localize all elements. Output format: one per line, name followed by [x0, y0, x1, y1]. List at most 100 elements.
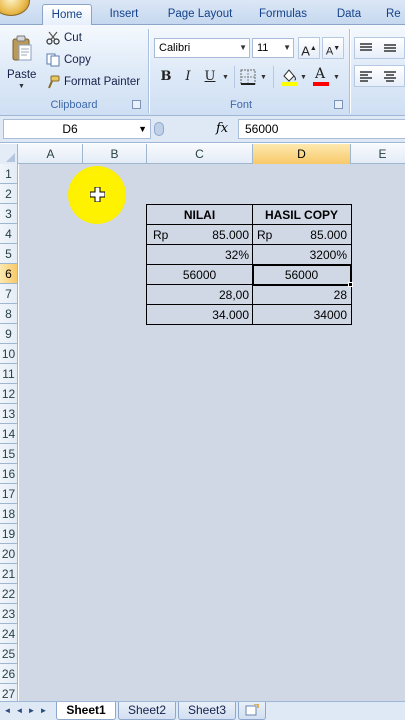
last-sheet-icon[interactable]: ►: [38, 705, 49, 717]
active-cell-border: [252, 264, 352, 286]
worksheet-grid[interactable]: NILAI HASIL COPY Rp 85.000 Rp 85.000 32%…: [19, 164, 405, 704]
align-center-icon[interactable]: [383, 70, 397, 82]
column-header-c[interactable]: C: [147, 144, 253, 164]
row-header-11[interactable]: 11: [0, 364, 17, 384]
column-headers: A B C D E: [0, 144, 405, 164]
grow-font-button[interactable]: A▲: [298, 37, 320, 59]
grow-font-icon: A: [301, 43, 310, 59]
paste-button[interactable]: Paste ▼: [2, 27, 40, 93]
name-box-value: D6: [62, 122, 78, 136]
clipboard-dialog-launcher[interactable]: [132, 100, 141, 109]
gridline: [19, 643, 405, 644]
row-header-16[interactable]: 16: [0, 464, 17, 484]
row-header-8[interactable]: 8: [0, 304, 17, 324]
cell-d5[interactable]: 3200%: [253, 245, 350, 265]
row-header-1[interactable]: 1: [0, 164, 17, 184]
copy-label: Copy: [64, 54, 91, 66]
row-header-19[interactable]: 19: [0, 524, 17, 544]
row-header-5[interactable]: 5: [0, 244, 17, 264]
fill-handle[interactable]: [348, 282, 353, 287]
tab-page-layout[interactable]: Page Layout: [160, 4, 240, 25]
first-sheet-icon[interactable]: ◄: [2, 705, 13, 717]
office-button[interactable]: [0, 0, 30, 16]
borders-icon[interactable]: [240, 69, 256, 85]
row-header-20[interactable]: 20: [0, 544, 17, 564]
sheet-tab-sheet1[interactable]: Sheet1: [56, 702, 116, 720]
row-header-23[interactable]: 23: [0, 604, 17, 624]
cell-d4[interactable]: Rp 85.000: [253, 225, 350, 245]
row-header-21[interactable]: 21: [0, 564, 17, 584]
select-all-button[interactable]: [0, 144, 18, 164]
align-left-icon[interactable]: [359, 70, 373, 82]
row-header-25[interactable]: 25: [0, 644, 17, 664]
cell-d3[interactable]: HASIL COPY: [253, 205, 350, 225]
align-middle-icon[interactable]: [383, 42, 397, 54]
gridline: [19, 423, 405, 424]
chevron-down-icon: ▼: [333, 74, 340, 81]
sheet-tab-sheet3[interactable]: Sheet3: [178, 702, 236, 720]
insert-sheet-button[interactable]: [238, 702, 266, 720]
row-header-2[interactable]: 2: [0, 184, 17, 204]
column-header-a[interactable]: A: [19, 144, 83, 164]
font-group-label: Font: [229, 99, 252, 111]
column-header-b[interactable]: B: [83, 144, 147, 164]
cut-button[interactable]: Cut: [46, 31, 82, 45]
cell-c8[interactable]: 34.000: [147, 305, 252, 325]
cell-c3[interactable]: NILAI: [147, 205, 252, 225]
tab-review[interactable]: Re: [386, 4, 405, 25]
font-color-button[interactable]: A: [312, 66, 330, 87]
row-header-3[interactable]: 3: [0, 204, 17, 224]
name-box[interactable]: D6 ▼: [3, 119, 151, 139]
column-header-e[interactable]: E: [351, 144, 405, 164]
insert-function-button[interactable]: fx: [216, 119, 228, 139]
row-header-12[interactable]: 12: [0, 384, 17, 404]
row-header-9[interactable]: 9: [0, 324, 17, 344]
row-header-22[interactable]: 22: [0, 584, 17, 604]
italic-button[interactable]: I: [178, 67, 198, 87]
tab-formulas[interactable]: Formulas: [252, 4, 314, 25]
shrink-font-button[interactable]: A▼: [322, 37, 344, 59]
cell-c4[interactable]: Rp 85.000: [147, 225, 252, 245]
tab-home[interactable]: Home: [42, 4, 92, 26]
row-header-14[interactable]: 14: [0, 424, 17, 444]
chevron-down-icon: ▼: [300, 74, 307, 81]
ribbon-tab-bar: Home Insert Page Layout Formulas Data Re: [0, 0, 405, 26]
align-top-icon[interactable]: [359, 42, 373, 54]
cell-c5[interactable]: 32%: [147, 245, 252, 265]
cell-d8[interactable]: 34000: [253, 305, 350, 325]
gridline: [19, 583, 405, 584]
sheet-tab-sheet2[interactable]: Sheet2: [118, 702, 176, 720]
formula-bar-resize-handle[interactable]: [154, 122, 164, 136]
cell-d7[interactable]: 28: [253, 285, 350, 305]
row-header-24[interactable]: 24: [0, 624, 17, 644]
cell-c7[interactable]: 28,00: [147, 285, 252, 305]
row-header-13[interactable]: 13: [0, 404, 17, 424]
font-size-combo[interactable]: 11 ▼: [252, 38, 294, 58]
row-header-6[interactable]: 6: [0, 264, 17, 284]
format-painter-button[interactable]: Format Painter: [46, 75, 140, 89]
currency-symbol: Rp: [153, 228, 169, 242]
gridline: [19, 363, 405, 364]
cell-c6[interactable]: 56000: [147, 265, 252, 285]
gridline: [19, 443, 405, 444]
formula-input[interactable]: 56000: [238, 119, 405, 139]
font-dialog-launcher[interactable]: [334, 100, 343, 109]
fill-color-icon[interactable]: [280, 67, 298, 87]
copy-button[interactable]: Copy: [46, 53, 91, 67]
underline-button[interactable]: U: [200, 67, 220, 87]
bold-button[interactable]: B: [156, 67, 176, 87]
row-header-4[interactable]: 4: [0, 224, 17, 244]
prev-sheet-icon[interactable]: ◄: [14, 705, 25, 717]
column-header-d[interactable]: D: [253, 144, 351, 164]
next-sheet-icon[interactable]: ►: [26, 705, 37, 717]
row-header-10[interactable]: 10: [0, 344, 17, 364]
row-header-7[interactable]: 7: [0, 284, 17, 304]
row-header-17[interactable]: 17: [0, 484, 17, 504]
row-header-18[interactable]: 18: [0, 504, 17, 524]
tab-insert[interactable]: Insert: [100, 4, 148, 25]
row-header-15[interactable]: 15: [0, 444, 17, 464]
row-header-26[interactable]: 26: [0, 664, 17, 684]
tab-data[interactable]: Data: [328, 4, 370, 25]
font-name-combo[interactable]: Calibri ▼: [154, 38, 250, 58]
gridline: [19, 663, 405, 664]
